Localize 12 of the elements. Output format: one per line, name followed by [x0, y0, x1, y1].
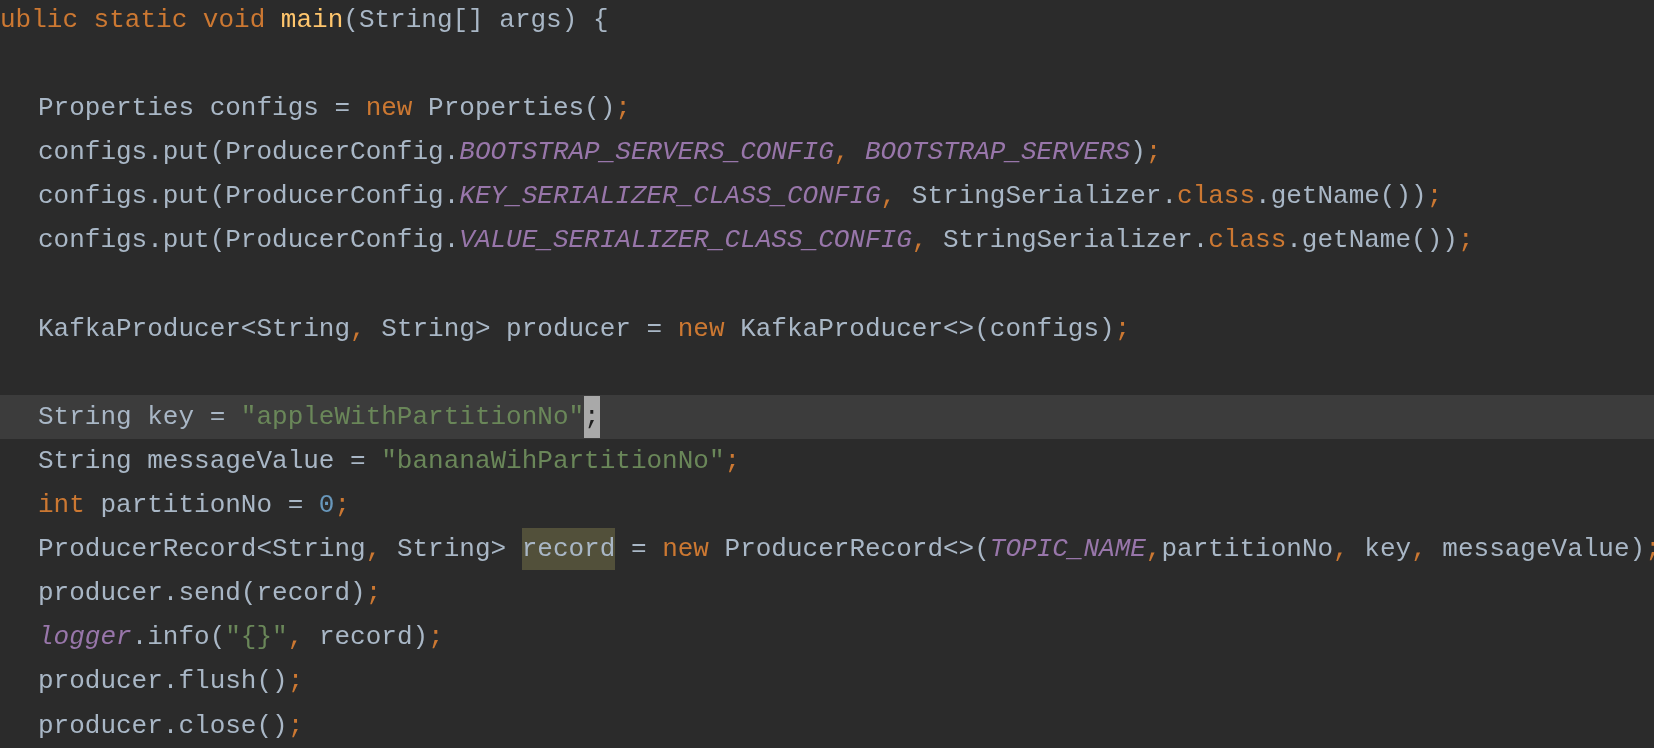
- code-line: producer.close();: [37, 709, 305, 743]
- code-line: producer.flush();: [37, 665, 305, 699]
- code-line: KafkaProducer<String, String> producer = new KafkaProducer<>(configs);: [37, 312, 1132, 346]
- code-line: configs.put(ProducerConfig.KEY_SERIALIZER_CLASS_CONFIG, StringSerializer.class.getName());: [37, 180, 1444, 214]
- code-line: producer.send(record);: [37, 577, 383, 611]
- code-line: Properties configs = new Properties();: [37, 92, 632, 126]
- code-line: int partitionNo = 0;: [37, 489, 352, 523]
- code-line: String messageValue = "bananaWihPartitionNo";: [37, 444, 742, 478]
- code-line: logger.info("{}", record);: [37, 621, 445, 655]
- code-line: ublic static void main(String[] args) {: [0, 4, 610, 37]
- code-line: configs.put(ProducerConfig.BOOTSTRAP_SERVERS_CONFIG, BOOTSTRAP_SERVERS);: [37, 136, 1163, 170]
- code-line: configs.put(ProducerConfig.VALUE_SERIALIZER_CLASS_CONFIG, StringSerializer.class.getName());: [37, 224, 1475, 258]
